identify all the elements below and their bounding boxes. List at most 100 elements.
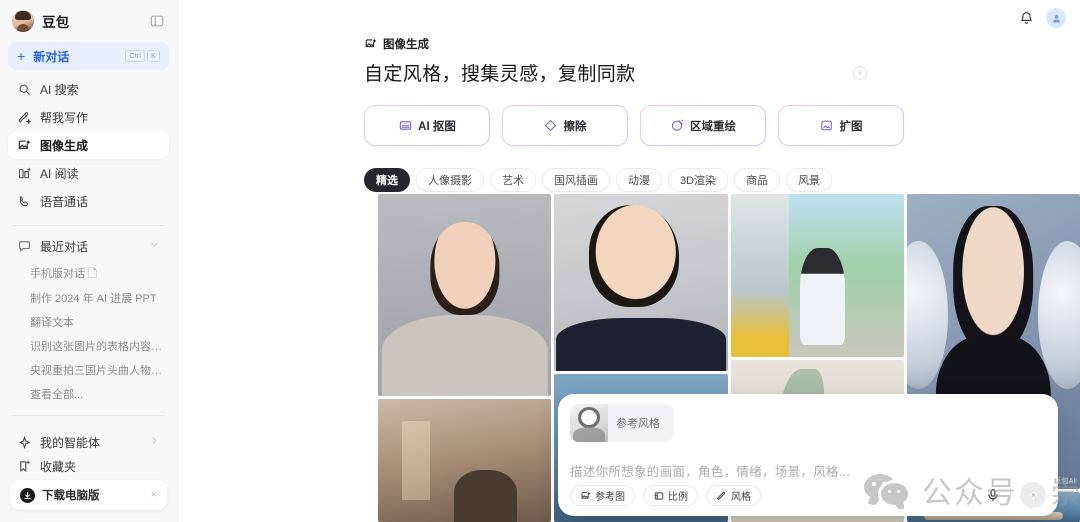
pencil-sparkle-icon (17, 111, 31, 125)
shortcut-badges: Ctrl K (125, 49, 160, 63)
tab-label: 国风插画 (554, 175, 598, 187)
brand-avatar (12, 10, 34, 32)
sidebar-header: 豆包 (0, 0, 177, 40)
gallery-item-portrait-man-grey-sweater[interactable] (378, 194, 552, 396)
aspect-ratio-icon (653, 490, 664, 501)
history-label: 翻译文本 (30, 317, 74, 329)
sidebar-item-ai-search[interactable]: AI 搜索 (8, 76, 169, 103)
sidebar-divider (12, 225, 165, 226)
eraser-button[interactable]: 擦除 (502, 105, 628, 146)
shortcut-key-ctrl: Ctrl (125, 49, 145, 63)
style-button[interactable]: 风格 (706, 485, 761, 506)
sidebar: 豆包 + 新对话 Ctrl K AI 搜索 帮我写作 图像生成 AI 阅读 语音… (0, 0, 178, 522)
sidebar-item-voice-call[interactable]: 语音通话 (8, 188, 169, 215)
reference-image-button[interactable]: 参考图 (570, 485, 635, 506)
bookmark-icon (17, 459, 31, 473)
tab-featured[interactable]: 精选 (364, 168, 410, 192)
bell-icon[interactable] (1016, 8, 1036, 28)
tool-label: 参考图 (595, 492, 625, 503)
backdrop-disc-right (1038, 241, 1080, 389)
list-item[interactable]: 手机版对话 🗋 (0, 262, 177, 286)
chevron-right-icon[interactable] (149, 433, 160, 451)
sidebar-item-label: 帮我写作 (40, 111, 89, 125)
download-desktop-banner[interactable]: 下载电脑版 × (10, 480, 167, 510)
category-tabs: 精选 人像摄影 艺术 国风插画 动漫 3D渲染 商品 风景 (364, 168, 1080, 192)
action-buttons: AI 抠图 擦除 区域重绘 扩图 (364, 105, 1080, 146)
new-chat-button[interactable]: + 新对话 Ctrl K (8, 42, 169, 70)
history-label: 央视重拍三国片头曲人物讨论 (30, 365, 163, 377)
tab-anime[interactable]: 动漫 (616, 168, 662, 192)
tab-landscape[interactable]: 风景 (786, 168, 833, 192)
top-bar (1016, 0, 1080, 36)
gallery-item-portrait-man-black-tee[interactable] (554, 194, 728, 372)
expand-image-button[interactable]: 扩图 (778, 105, 904, 146)
history-label: 识别这张图片的表格内容并转为表… (30, 341, 163, 353)
tab-label: 精选 (376, 175, 398, 187)
main-area: 图像生成 自定风格，搜集灵感，复制同款 × AI 抠图 擦除 区域重绘 扩图 精… (178, 0, 1080, 522)
history-label: 手机版对话 🗋 (30, 267, 97, 280)
user-avatar-icon[interactable] (1046, 8, 1066, 28)
sidebar-item-label: AI 搜索 (40, 83, 79, 97)
plus-icon: + (17, 48, 26, 64)
region-repaint-button[interactable]: 区域重绘 (640, 105, 766, 146)
recent-chats-section-header[interactable]: 最近对话 (0, 234, 177, 258)
repaint-icon (670, 119, 684, 133)
aspect-ratio-button[interactable]: 比例 (643, 485, 698, 506)
ai-cutout-button[interactable]: AI 抠图 (364, 105, 490, 146)
download-icon (20, 487, 35, 503)
gallery-item-schoolgirl-street-anime[interactable] (730, 194, 904, 357)
sidebar-item-favorites[interactable]: 收藏夹 (0, 454, 177, 478)
sidebar-item-writing[interactable]: 帮我写作 (8, 104, 169, 131)
image-icon (364, 38, 377, 51)
tab-3d-render[interactable]: 3D渲染 (668, 168, 729, 192)
sidebar-item-image-generation[interactable]: 图像生成 (8, 132, 169, 159)
view-all-link[interactable]: 查看全部... (0, 382, 177, 406)
list-item[interactable]: 制作 2024 年 AI 进展 PPT (0, 286, 177, 310)
chat-bubble-icon (17, 239, 31, 253)
tab-portrait-photography[interactable]: 人像摄影 (416, 168, 484, 192)
sidebar-bottom-links: 我的智能体 收藏夹 (0, 430, 177, 478)
sidebar-item-ai-reading[interactable]: AI 阅读 (8, 160, 169, 187)
brush-icon (716, 490, 727, 501)
page-kicker: 图像生成 (364, 36, 1080, 52)
reference-style-label: 参考风格 (616, 418, 660, 430)
prompt-tools: 参考图 比例 风格 (570, 485, 761, 506)
close-icon[interactable]: × (151, 489, 157, 501)
reference-image-icon (580, 490, 591, 501)
action-label: AI 抠图 (418, 120, 456, 133)
eraser-icon (544, 119, 558, 133)
microphone-icon[interactable] (985, 487, 1001, 503)
page-kicker-label: 图像生成 (383, 39, 429, 51)
history-label: 查看全部... (30, 389, 84, 401)
close-icon[interactable]: × (853, 65, 867, 80)
list-item[interactable]: 翻译文本 (0, 310, 177, 334)
sparkle-icon (17, 435, 31, 449)
sidebar-divider-2 (12, 415, 165, 416)
list-item[interactable]: 识别这张图片的表格内容并转为表… (0, 334, 177, 358)
reference-style-chip[interactable]: 参考风格 (570, 404, 674, 442)
sidebar-item-label: 收藏夹 (40, 459, 77, 474)
action-label: 区域重绘 (690, 120, 736, 133)
phone-icon (17, 195, 31, 209)
tab-label: 人像摄影 (428, 175, 472, 187)
thumbnail (378, 194, 552, 396)
prompt-input[interactable]: 描述你所想象的画面，角色，情绪，场景，风格... (570, 461, 1046, 480)
divider (1010, 488, 1011, 502)
search-icon (17, 83, 31, 97)
list-item[interactable]: 央视重拍三国片头曲人物讨论 (0, 358, 177, 382)
tab-product[interactable]: 商品 (734, 168, 781, 192)
panel-collapse-icon[interactable] (147, 11, 167, 31)
shortcut-key-k: K (146, 49, 160, 63)
tab-label: 风景 (798, 175, 821, 187)
expand-image-icon (820, 119, 834, 133)
page-title: 自定风格，搜集灵感，复制同款 (364, 64, 636, 85)
brand-name: 豆包 (42, 15, 70, 30)
prompt-panel: 参考风格 描述你所想象的画面，角色，情绪，场景，风格... 参考图 比例 风格 (558, 394, 1058, 516)
chevron-down-icon[interactable] (149, 237, 160, 255)
send-button[interactable] (1020, 482, 1046, 508)
tab-art[interactable]: 艺术 (490, 168, 536, 192)
sidebar-item-my-agents[interactable]: 我的智能体 (0, 430, 177, 454)
prompt-send-area (985, 482, 1046, 508)
tab-chinese-illustration[interactable]: 国风插画 (542, 168, 610, 192)
gallery-item-interior-cat-warm-light[interactable] (378, 398, 552, 522)
